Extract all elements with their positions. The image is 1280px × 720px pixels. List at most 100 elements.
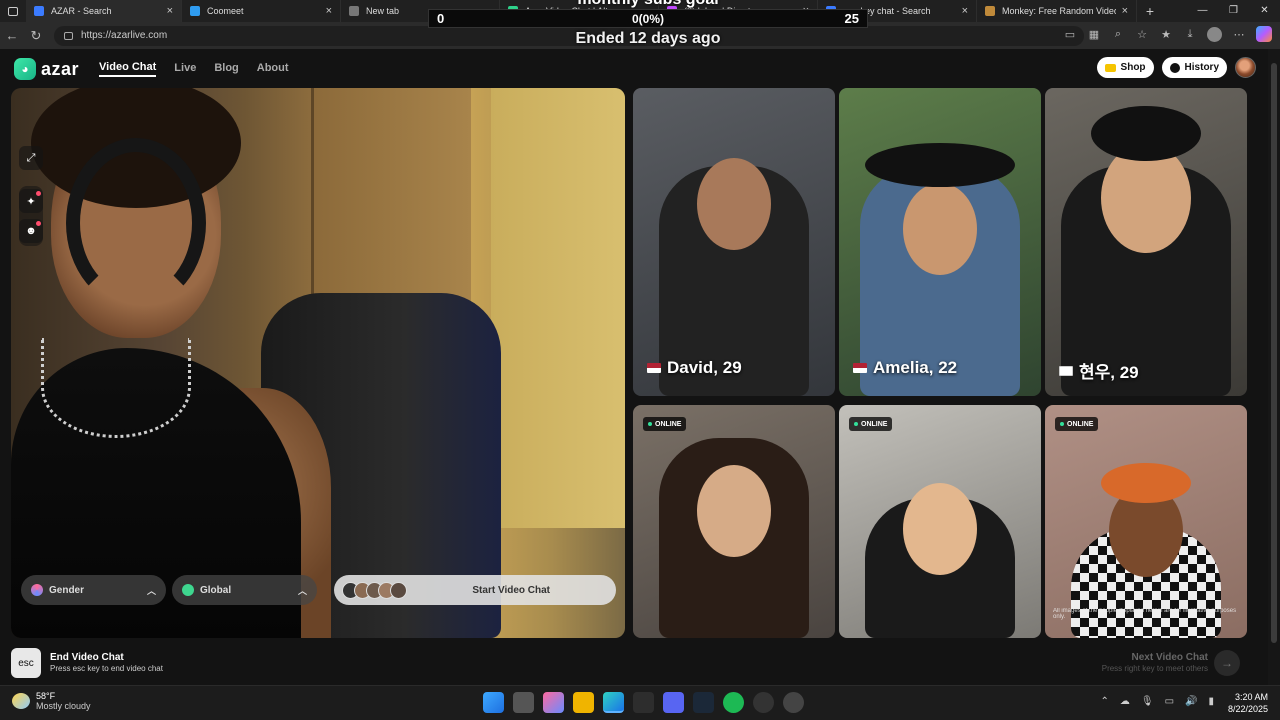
edge-icon[interactable]: [603, 692, 624, 713]
tab-monkey-search[interactable]: monkey chat - Search ×: [818, 0, 977, 22]
obs-icon[interactable]: [753, 692, 774, 713]
chevron-up-icon: ︿: [146, 585, 156, 596]
profile-name: 현우, 29: [1059, 358, 1139, 383]
next-arrow-button[interactable]: →: [1214, 650, 1240, 676]
expand-button[interactable]: ⤢: [19, 146, 43, 170]
minimize-button[interactable]: —: [1187, 0, 1218, 22]
refresh-button[interactable]: ↻: [24, 28, 48, 44]
azar-logo[interactable]: ◕ azar: [14, 58, 79, 80]
tab-azar-search[interactable]: AZAR - Search ×: [26, 0, 182, 22]
profile-card-amelia[interactable]: Amelia, 22: [839, 88, 1041, 396]
profile-card-hyunwoo[interactable]: 현우, 29: [1045, 88, 1247, 396]
system-tray: ⌃ ☁ 🎙 ▭ 🔊 ▮: [1100, 696, 1214, 707]
more-menu-icon[interactable]: ⋯: [1232, 28, 1246, 41]
maximize-button[interactable]: ❐: [1218, 0, 1249, 22]
region-filter[interactable]: Global ︿: [172, 575, 317, 605]
app-available-icon[interactable]: ▭: [1063, 28, 1077, 41]
close-tab-icon[interactable]: ×: [167, 5, 173, 17]
tab-new-tab[interactable]: New tab: [341, 0, 500, 22]
start-video-chat-button[interactable]: Start Video Chat: [334, 575, 616, 605]
favorites-icon[interactable]: ★: [1159, 28, 1173, 41]
windows-taskbar: 58°F Mostly cloudy ⌃ ☁ 🎙 ▭ 🔊 ▮ 3:20 AM 8…: [0, 685, 1280, 720]
scrollbar[interactable]: [1268, 49, 1280, 685]
close-tab-icon[interactable]: ×: [326, 5, 332, 17]
history-button[interactable]: History: [1161, 57, 1227, 78]
tab-inbox[interactable]: (8) Inbox | Direct ×: [659, 0, 818, 22]
effects-button[interactable]: ✦: [19, 189, 43, 213]
gender-filter[interactable]: Gender ︿: [21, 575, 166, 605]
copilot-icon[interactable]: [1256, 26, 1272, 42]
nav-blog[interactable]: Blog: [214, 62, 238, 76]
profile-icon[interactable]: [1207, 26, 1222, 42]
clock[interactable]: 3:20 AM 8/22/2025: [1228, 691, 1268, 715]
task-view-icon[interactable]: [513, 692, 534, 713]
nav-about[interactable]: About: [257, 62, 289, 76]
tab-azar-video-chat[interactable]: Azar Video Chat | Alter...: [500, 0, 659, 22]
display-icon[interactable]: ▭: [1165, 696, 1174, 707]
new-tab-button[interactable]: +: [1137, 3, 1163, 19]
app-icon[interactable]: [783, 692, 804, 713]
weather-widget[interactable]: 58°F Mostly cloudy: [12, 691, 91, 711]
downloads-icon[interactable]: ⤓: [1183, 28, 1197, 41]
zoom-icon[interactable]: ⌕: [1111, 28, 1125, 41]
close-window-button[interactable]: ✕: [1249, 0, 1280, 22]
terminal-icon[interactable]: [633, 692, 654, 713]
url-field[interactable]: https://azarlive.com: [54, 25, 1084, 46]
cloud-icon[interactable]: ☁: [1120, 696, 1130, 707]
workspaces-button[interactable]: [0, 0, 26, 22]
weather-condition: Mostly cloudy: [36, 701, 91, 711]
profile-card-online-1[interactable]: ONLINE: [633, 405, 835, 638]
site-info-icon[interactable]: [64, 31, 73, 40]
profile-card-online-3[interactable]: ONLINE All images of the people displaye…: [1045, 405, 1247, 638]
scrollbar-thumb[interactable]: [1271, 63, 1277, 643]
close-tab-icon[interactable]: ×: [803, 5, 809, 17]
sticker-button[interactable]: ☻: [19, 219, 43, 243]
copilot-app-icon[interactable]: [543, 692, 564, 713]
nav-video-chat[interactable]: Video Chat: [99, 61, 157, 77]
online-badge: ONLINE: [643, 417, 687, 431]
spotify-icon[interactable]: [723, 692, 744, 713]
close-tab-icon[interactable]: ×: [962, 5, 968, 17]
history-icon: [1169, 62, 1180, 73]
camera-preview: [11, 88, 625, 638]
kr-flag-icon: [1059, 365, 1073, 376]
photo-hat: [865, 143, 1015, 187]
back-button[interactable]: ←: [0, 28, 24, 43]
background-cabinet: [491, 88, 625, 528]
effects-group: ✦ ☻: [19, 186, 43, 246]
gender-label: Gender: [49, 584, 85, 596]
photo-face: [697, 465, 771, 557]
battery-icon[interactable]: ▮: [1208, 696, 1214, 707]
region-label: Global: [200, 584, 232, 596]
azar-page: ◕ azar Video Chat Live Blog About Shop H…: [0, 49, 1280, 685]
file-explorer-icon[interactable]: [573, 692, 594, 713]
site-nav: ◕ azar Video Chat Live Blog About: [14, 57, 307, 81]
chevron-up-icon[interactable]: ⌃: [1100, 696, 1108, 707]
us-flag-icon: [647, 363, 661, 373]
shop-button[interactable]: Shop: [1096, 57, 1154, 78]
user-video: [11, 88, 331, 638]
start-icon[interactable]: [483, 692, 504, 713]
photo-face: [903, 183, 977, 275]
tab-monkey[interactable]: Monkey: Free Random Video Cha ×: [977, 0, 1137, 22]
profile-card-online-2[interactable]: ONLINE: [839, 405, 1041, 638]
close-tab-icon[interactable]: ×: [1122, 5, 1128, 17]
temperature: 58°F: [36, 691, 56, 701]
profile-card-david[interactable]: David, 29: [633, 88, 835, 396]
discord-icon[interactable]: [663, 692, 684, 713]
esc-key-button[interactable]: esc: [11, 648, 41, 678]
time: 3:20 AM: [1234, 692, 1268, 702]
nav-live[interactable]: Live: [174, 62, 196, 76]
avatar[interactable]: [1235, 57, 1256, 78]
newtab-favicon-icon: [349, 6, 359, 16]
split-screen-icon[interactable]: ▦: [1087, 28, 1101, 41]
tab-coomeet[interactable]: Coomeet ×: [182, 0, 341, 22]
volume-icon[interactable]: 🔊: [1185, 696, 1197, 707]
microphone-icon[interactable]: 🎙: [1141, 696, 1154, 707]
favorite-star-icon[interactable]: ☆: [1135, 28, 1149, 41]
chain-necklace: [41, 338, 191, 438]
online-badge: ONLINE: [1055, 417, 1099, 431]
profile-name: Amelia, 22: [853, 358, 957, 378]
profile-name-text: 현우, 29: [1079, 363, 1139, 382]
steam-icon[interactable]: [693, 692, 714, 713]
